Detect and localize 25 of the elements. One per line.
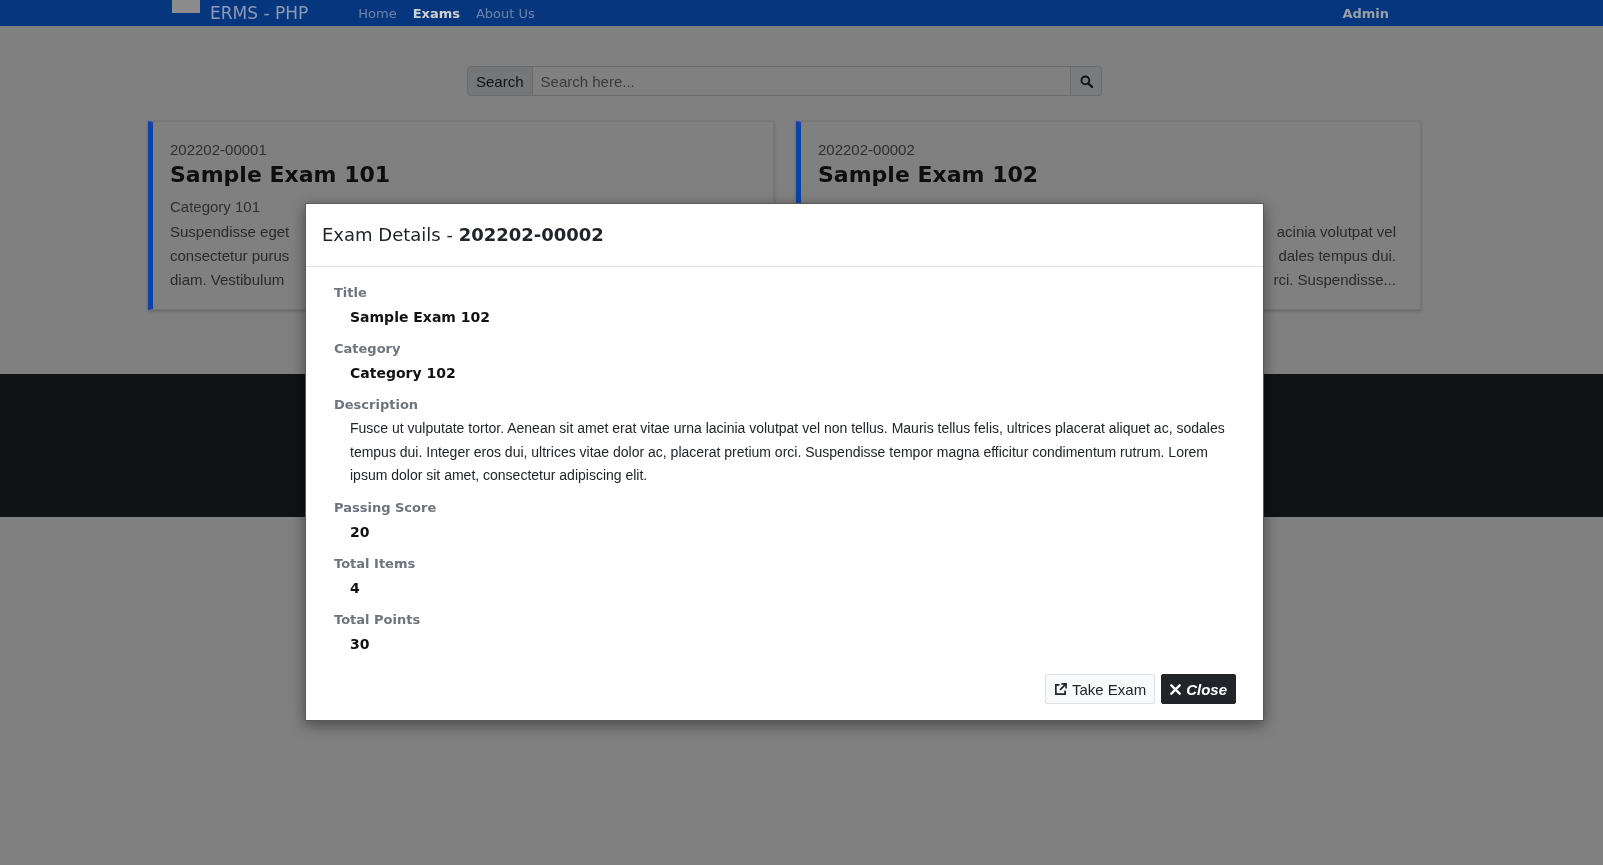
exam-code: 202202-00002 (818, 140, 915, 160)
exam-excerpt-text: diam. Vestibulum (170, 270, 285, 290)
exam-excerpt-text: dales tempus dui. (1278, 246, 1396, 266)
exam-excerpt-text: consectetur purus (170, 246, 290, 266)
exam-excerpt-text: Suspendisse eget (170, 222, 290, 242)
field-value: Category 102 (349, 364, 456, 383)
field-value: Sample Exam 102 (349, 308, 491, 327)
field-label: Category (334, 340, 401, 358)
exam-title: Sample Exam 102 (818, 161, 1039, 189)
field-label: Description (334, 396, 419, 414)
field-value: 20 (349, 522, 370, 542)
exam-excerpt-text: acinia volutpat vel (1276, 222, 1396, 242)
modal-title: Exam Details - 202202-00002 (322, 223, 604, 247)
field-value: 30 (349, 634, 370, 654)
field-value: 4 (349, 578, 360, 598)
field-label: Total Items (334, 554, 416, 573)
field-label: Total Points (334, 610, 421, 629)
search-label: Search (467, 66, 533, 96)
exam-category: Category 101 (170, 197, 261, 217)
exam-excerpt-text: rci. Suspendisse... (1273, 270, 1396, 290)
exam-title: Sample Exam 101 (170, 161, 391, 189)
field-label: Passing Score (334, 498, 437, 517)
field-label: Title (334, 284, 367, 302)
description-text: Fusce ut vulputate tortor. Aenean sit amet erat vitae urna lacinia volutpat vel non tellus. Mauris tellus felis, ultrices placerat aliquet ac, sodales tempus dui. Integer eros dui, ultrices vitae dolor ac, placerat pretium orci. Suspendisse tempor magna efficitur condimentum rutrum. Lorem ipsum dolor sit amet, consectetur adipiscing elit. (349, 419, 1226, 485)
exam-code: 202202-00001 (170, 140, 267, 160)
